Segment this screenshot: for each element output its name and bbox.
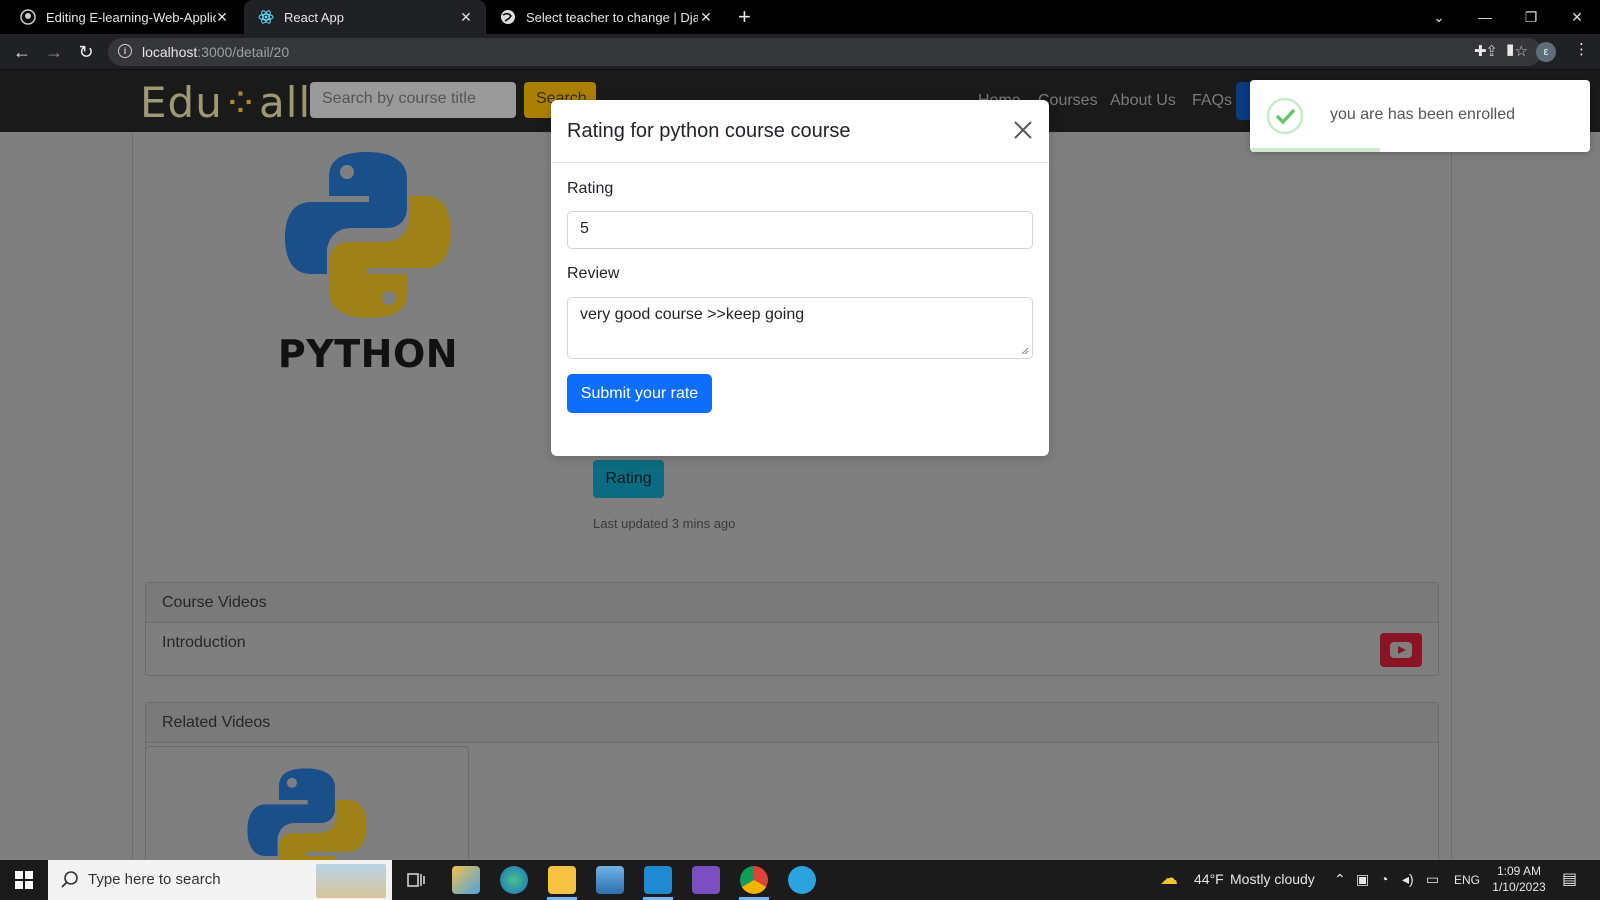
- taskbar-search-placeholder: Type here to search: [88, 871, 221, 888]
- profile-avatar[interactable]: ε: [1536, 42, 1556, 62]
- tab-search-chevron-icon[interactable]: ⌄: [1416, 0, 1462, 34]
- volume-icon[interactable]: ◂): [1402, 871, 1414, 888]
- clock-time: 1:09 AM: [1496, 864, 1542, 878]
- course-videos-panel: Course Videos Introduction: [145, 582, 1439, 676]
- site-logo[interactable]: Edu⁘all: [140, 78, 311, 127]
- weather-cloud-icon: ☁: [1160, 868, 1178, 888]
- react-icon: [258, 9, 274, 25]
- edge-icon[interactable]: [500, 866, 528, 894]
- close-tab-icon[interactable]: ✕: [698, 9, 714, 26]
- app-icon-desktop[interactable]: [596, 866, 624, 894]
- last-updated-text: Last updated 3 mins ago: [593, 516, 736, 531]
- review-textarea[interactable]: very good course >>keep going: [567, 297, 1033, 359]
- share-icon[interactable]: ⇪: [1485, 42, 1498, 60]
- taskbar-search-box[interactable]: Type here to search: [48, 860, 392, 900]
- tab-django-admin[interactable]: Select teacher to change | Djang ✕: [490, 0, 726, 34]
- site-info-icon[interactable]: i: [118, 44, 132, 58]
- tab-github-editing[interactable]: Editing E-learning-Web-Applicati ✕: [10, 0, 242, 34]
- success-toast[interactable]: you are has been enrolled: [1250, 80, 1590, 152]
- close-tab-icon[interactable]: ✕: [458, 9, 474, 26]
- browser-tab-bar: Editing E-learning-Web-Applicati ✕ React…: [0, 0, 1600, 34]
- course-videos-header: Course Videos: [146, 583, 1438, 623]
- address-bar[interactable]: i localhost:3000/detail/20 ⇪ ☆: [108, 38, 1542, 66]
- review-label: Review: [567, 265, 620, 282]
- modal-title: Rating for python course course: [551, 100, 1049, 163]
- extensions-icon[interactable]: ✚: [1474, 42, 1487, 60]
- success-check-icon: [1266, 97, 1304, 135]
- video-title: Introduction: [162, 634, 246, 651]
- course-logo-text: PYTHON: [277, 332, 459, 376]
- rating-label: Rating: [567, 180, 614, 197]
- task-view-icon[interactable]: [402, 866, 430, 894]
- weather-temp[interactable]: 44°F: [1194, 871, 1224, 887]
- clock[interactable]: 1:09 AM 1/10/2023: [1484, 863, 1554, 895]
- submit-rate-button[interactable]: Submit your rate: [567, 374, 712, 413]
- rating-button[interactable]: Rating: [593, 460, 664, 498]
- python-logo-icon: [247, 768, 367, 860]
- chrome-icon[interactable]: [740, 866, 768, 894]
- telegram-icon[interactable]: [788, 866, 816, 894]
- restore-icon[interactable]: ❐: [1508, 0, 1554, 34]
- tab-title: React App: [284, 9, 344, 25]
- globe-icon: [500, 9, 516, 25]
- toast-progress-bar: [1250, 148, 1380, 152]
- app-icon-cube[interactable]: [452, 866, 480, 894]
- modal-close-icon[interactable]: [1011, 118, 1035, 142]
- back-icon[interactable]: ←: [10, 40, 34, 64]
- file-explorer-icon[interactable]: [548, 866, 576, 894]
- tab-title: Editing E-learning-Web-Applicati: [46, 9, 216, 25]
- nav-link-about-us[interactable]: About Us: [1110, 92, 1176, 110]
- forward-icon[interactable]: →: [42, 40, 66, 64]
- new-tab-icon[interactable]: +: [738, 5, 751, 29]
- tab-title: Select teacher to change | Djang: [526, 9, 698, 25]
- notifications-icon[interactable]: ▤: [1562, 869, 1577, 889]
- browser-toolbar: ← → ↻ i localhost:3000/detail/20 ⇪ ☆: [0, 34, 1600, 70]
- battery-icon[interactable]: ▭: [1426, 871, 1439, 888]
- resize-handle-icon[interactable]: [1021, 347, 1029, 355]
- review-text: very good course >>keep going: [580, 306, 805, 323]
- search-highlight-image: [316, 864, 386, 898]
- youtube-icon: [1390, 642, 1412, 658]
- nav-link-faqs[interactable]: FAQs: [1192, 92, 1232, 110]
- language-indicator[interactable]: ENG: [1454, 873, 1480, 887]
- list-item: Introduction: [146, 623, 1438, 675]
- tab-react-app[interactable]: React App ✕: [244, 0, 486, 34]
- visual-studio-icon[interactable]: [692, 866, 720, 894]
- related-video-card[interactable]: [145, 746, 469, 860]
- youtube-play-button[interactable]: [1380, 633, 1422, 667]
- reload-icon[interactable]: ↻: [74, 40, 98, 64]
- url-text: localhost:3000/detail/20: [142, 44, 290, 60]
- windows-taskbar: Type here to search ☁ 44°F Mostly cloudy…: [0, 860, 1600, 900]
- close-tab-icon[interactable]: ✕: [214, 9, 230, 26]
- python-logo-icon: [285, 152, 451, 318]
- rating-input[interactable]: 5: [567, 211, 1033, 249]
- course-search-input[interactable]: Search by course title: [310, 82, 516, 118]
- windows-start-icon[interactable]: [0, 860, 48, 900]
- rating-modal: Rating for python course course Rating 5…: [551, 100, 1049, 456]
- clock-date: 1/10/2023: [1492, 880, 1546, 894]
- side-panel-icon[interactable]: ▮: [1506, 40, 1514, 58]
- meet-now-icon[interactable]: ▣: [1356, 871, 1369, 888]
- vscode-icon[interactable]: [644, 866, 672, 894]
- wifi-icon[interactable]: ◔: [1380, 871, 1388, 887]
- github-icon: [20, 9, 36, 25]
- tray-overflow-chevron-icon[interactable]: ⌃: [1334, 871, 1346, 888]
- bookmark-star-icon[interactable]: ☆: [1515, 42, 1528, 60]
- weather-desc[interactable]: Mostly cloudy: [1230, 871, 1315, 887]
- chrome-menu-icon[interactable]: ⋮: [1574, 40, 1589, 58]
- window-close-icon[interactable]: ✕: [1554, 0, 1600, 34]
- toast-message: you are has been enrolled: [1330, 106, 1516, 123]
- related-videos-header: Related Videos: [146, 703, 1438, 743]
- search-icon: [61, 871, 78, 888]
- minimize-icon[interactable]: —: [1462, 0, 1508, 34]
